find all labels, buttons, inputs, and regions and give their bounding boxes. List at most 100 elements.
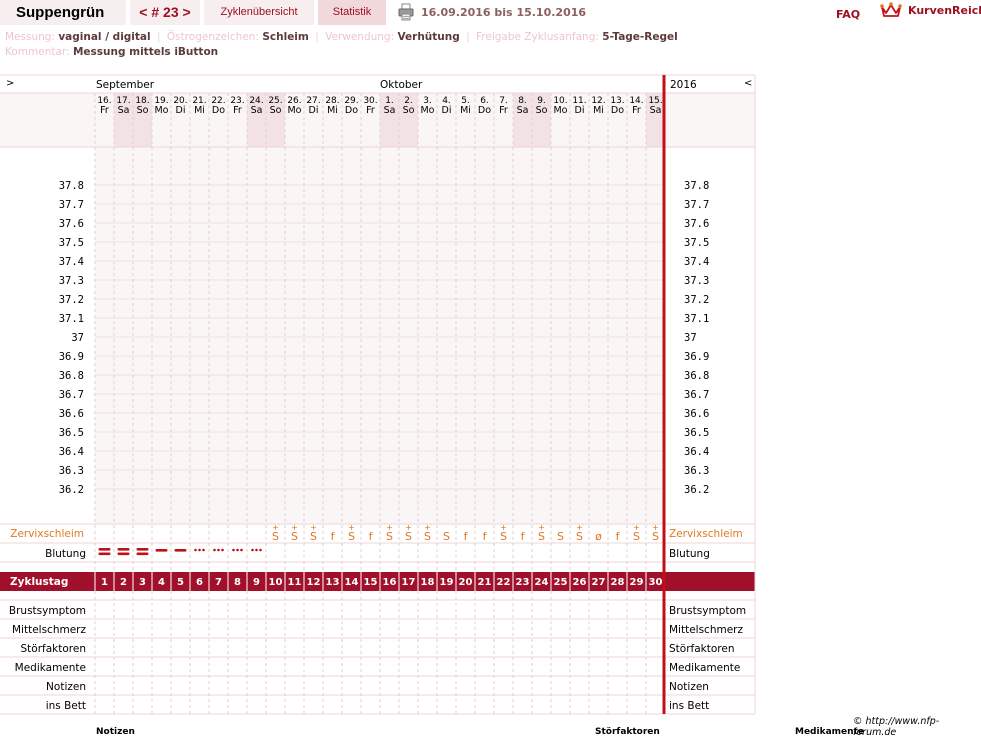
cycle-day-number: 23: [516, 577, 530, 588]
comment-value: Messung mittels iButton: [72, 46, 219, 58]
cervix-plus-mark: +: [538, 523, 545, 532]
prev-cycle-arrow[interactable]: >: [6, 78, 14, 89]
cycle-day-number: 10: [269, 577, 283, 588]
cervix-plus-mark: +: [386, 523, 393, 532]
cycle-day-number: 8: [234, 577, 241, 588]
temperature-label-right: 37.4: [684, 256, 709, 268]
bleeding-light-dot: [194, 548, 197, 552]
temperature-label-right: 36.6: [684, 408, 709, 420]
temperature-label-right: 37.8: [684, 180, 709, 192]
temperature-label-right: 37.2: [684, 294, 709, 306]
day-weekday: Sa: [384, 105, 396, 116]
usage-value: Verhütung: [397, 31, 460, 43]
temperature-label-right: 36.5: [684, 427, 709, 439]
cycle-day-number: 9: [253, 577, 260, 588]
bleeding-row-label: Blutung: [45, 548, 86, 560]
cycle-day-label: Zyklustag: [10, 576, 68, 588]
bleeding-light-dot: [217, 548, 220, 552]
cycle-day-number: 28: [611, 577, 625, 588]
cycle-day-number: 24: [535, 577, 549, 588]
day-weekday: So: [403, 105, 415, 116]
measurement-value: vaginal / digital: [58, 31, 151, 43]
day-weekday: Sa: [517, 105, 529, 116]
release-label: Freigabe Zyklusanfang:: [476, 31, 599, 43]
tab-cycle-overview[interactable]: Zyklenübersicht: [204, 0, 314, 25]
cycle-day-number: 17: [402, 577, 416, 588]
cycle-day-number: 12: [307, 577, 321, 588]
app-title: Suppengrün: [0, 0, 126, 25]
cycle-day-number: 20: [459, 577, 473, 588]
cycle-day-number: 26: [573, 577, 587, 588]
bleeding-heavy-mark: [136, 552, 149, 556]
day-weekday: Mi: [460, 105, 471, 116]
day-weekday: Di: [176, 105, 186, 116]
symptom-row-label-breast: Brustsymptom: [9, 605, 86, 617]
cycle-day-number: 16: [383, 577, 397, 588]
day-weekday: Mi: [593, 105, 604, 116]
cycle-navigator[interactable]: < # 23 >: [130, 0, 200, 25]
cycle-day-number: 5: [177, 577, 184, 588]
bleeding-light-dot: [213, 548, 216, 552]
date-range: 16.09.2016 bis 15.10.2016: [421, 6, 587, 19]
temperature-label-left: 36.8: [59, 370, 84, 382]
symptom-row-label-notes: Notizen: [46, 681, 86, 693]
day-weekday: Fr: [499, 105, 508, 116]
footer-meds-heading: Medikamente: [795, 727, 864, 737]
temperature-label-right: 37.5: [684, 237, 709, 249]
cervix-value: S: [443, 530, 450, 543]
temperature-label-left: 36.6: [59, 408, 84, 420]
tab-statistics[interactable]: Statistik: [318, 0, 386, 25]
temperature-label-right: 37.3: [684, 275, 709, 287]
cervix-plus-mark: +: [500, 523, 507, 532]
temperature-label-left: 37.5: [59, 237, 84, 249]
cervix-plus-mark: +: [576, 523, 583, 532]
day-weekday: So: [137, 105, 149, 116]
day-weekday: Mi: [194, 105, 205, 116]
day-weekday: Fr: [632, 105, 641, 116]
crown-logo-icon[interactable]: [880, 1, 902, 19]
bleeding-medium-mark: [155, 549, 168, 552]
temperature-label-right: 37.6: [684, 218, 709, 230]
month-label-october: Oktober: [380, 79, 423, 91]
footer-disturb-heading: Störfaktoren: [595, 727, 660, 737]
copyright: © http://www.nfp-forum.de: [853, 716, 940, 738]
cycle-day-number: 3: [139, 577, 146, 588]
temperature-label-left: 37.6: [59, 218, 84, 230]
bleeding-light-dot: [255, 548, 258, 552]
cervix-row-label: Zervixschleim: [10, 528, 84, 540]
day-weekday: Mo: [553, 105, 567, 116]
temperature-label-right: 36.7: [684, 389, 709, 401]
logo-text[interactable]: KurvenReich: [908, 4, 981, 17]
year-label: 2016: [670, 79, 697, 91]
printer-icon[interactable]: [398, 3, 414, 21]
cervix-row-label-right: Zervixschleim: [669, 528, 743, 540]
bleeding-light-dot: [240, 548, 243, 552]
temperature-label-left: 36.7: [59, 389, 84, 401]
day-weekday: Mo: [420, 105, 434, 116]
day-weekday: So: [536, 105, 548, 116]
cycle-day-number: 25: [554, 577, 568, 588]
cervix-plus-mark: +: [310, 523, 317, 532]
temperature-label-left: 37.7: [59, 199, 84, 211]
symptom-row-label-right-disturb: Störfaktoren: [669, 643, 734, 655]
faq-link[interactable]: FAQ: [836, 8, 860, 21]
symptom-row-label-right-notes: Notizen: [669, 681, 709, 693]
temperature-label-right: 37: [684, 332, 697, 344]
release-value: 5-Tage-Regel: [602, 31, 678, 43]
temperature-label-right: 37.7: [684, 199, 709, 211]
bleeding-light-dot: [251, 548, 254, 552]
bleeding-heavy-mark: [98, 552, 111, 556]
bleeding-row-label-right: Blutung: [669, 548, 710, 560]
next-cycle-arrow[interactable]: <: [744, 78, 752, 89]
temperature-label-right: 36.4: [684, 446, 709, 458]
symptom-row-label-right-bed: ins Bett: [669, 700, 709, 712]
symptom-row-label-disturb: Störfaktoren: [21, 643, 86, 655]
bleeding-heavy-mark: [98, 548, 111, 551]
temperature-label-left: 37.2: [59, 294, 84, 306]
separator: |: [315, 31, 319, 43]
meta-line-1: Messung: vaginal / digital | Östrogenzei…: [5, 30, 678, 45]
symptom-row-label-right-meds: Medikamente: [669, 662, 740, 674]
temperature-label-left: 36.9: [59, 351, 84, 363]
cervix-plus-mark: +: [633, 523, 640, 532]
cycle-day-number: 15: [364, 577, 378, 588]
